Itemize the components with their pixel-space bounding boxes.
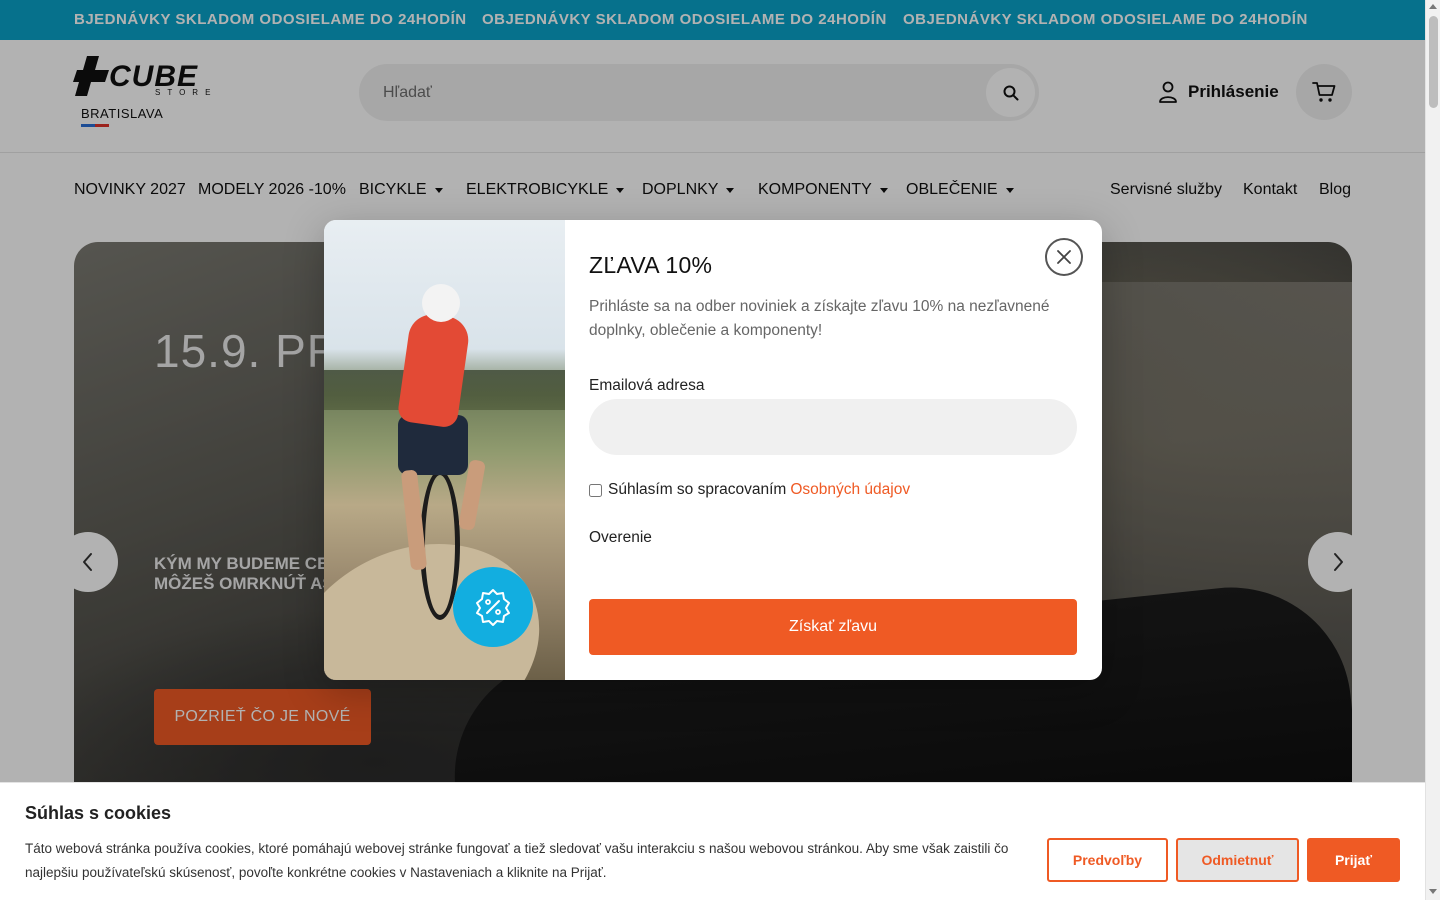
email-label: Emailová adresa [589, 377, 705, 394]
image-rider-jersey [396, 311, 472, 429]
modal-description: Prihláste sa na odber noviniek a získajt… [589, 298, 1050, 339]
cyclist-image [324, 220, 565, 680]
modal-title: ZĽAVA 10% [589, 252, 713, 278]
cookie-preferences-button[interactable]: Predvoľby [1047, 838, 1168, 882]
page-scrollbar[interactable] [1425, 0, 1440, 900]
privacy-link[interactable]: Osobných údajov [790, 481, 910, 499]
cookie-accept-button[interactable]: Prijať [1307, 838, 1400, 882]
scroll-down-icon[interactable] [1429, 889, 1437, 894]
discount-badge [453, 567, 533, 647]
modal-close-button[interactable] [1045, 238, 1083, 276]
scroll-up-icon[interactable] [1429, 4, 1437, 9]
image-rider-helmet [422, 284, 460, 322]
discount-icon [476, 589, 510, 626]
cookie-reject-button[interactable]: Odmietnuť [1176, 838, 1299, 882]
verification-label: Overenie [589, 529, 652, 546]
consent-row: Súhlasím so spracovaním Osobných údajov [589, 481, 910, 499]
cookie-banner: Súhlas s cookies Táto webová stránka pou… [0, 782, 1425, 900]
scrollbar-thumb[interactable] [1429, 16, 1438, 108]
cookie-text: Táto webová stránka používa cookies, kto… [25, 841, 1009, 880]
email-field[interactable] [589, 399, 1077, 455]
close-icon [1057, 250, 1071, 264]
consent-checkbox[interactable] [589, 483, 602, 497]
consent-text: Súhlasím so spracovaním [608, 481, 787, 498]
get-discount-button[interactable]: Získať zľavu [589, 599, 1077, 655]
cookie-title: Súhlas s cookies [25, 803, 172, 823]
discount-modal: ZĽAVA 10% Prihláste sa na odber noviniek… [324, 220, 1102, 680]
